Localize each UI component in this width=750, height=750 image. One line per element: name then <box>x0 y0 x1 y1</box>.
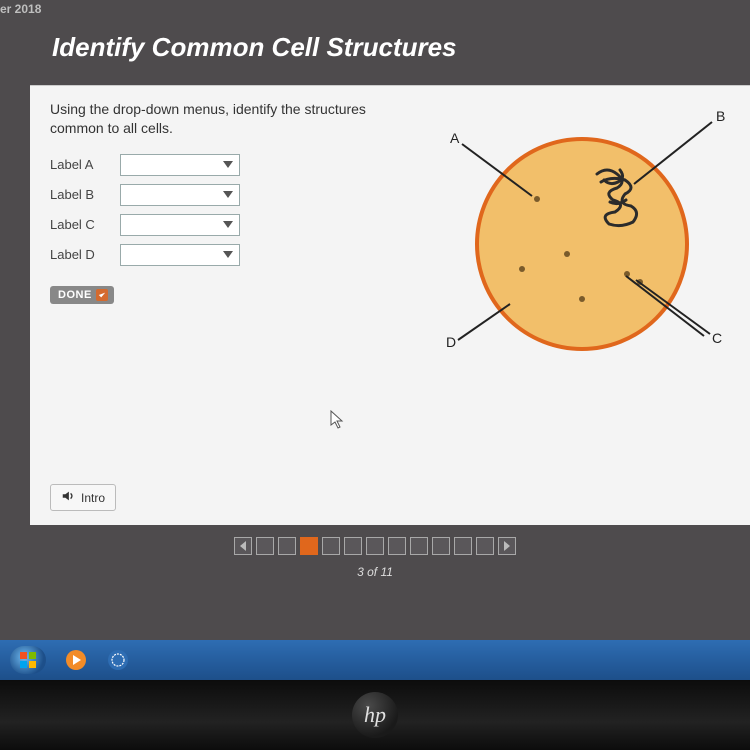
dropdown-b[interactable] <box>120 184 240 206</box>
intro-button[interactable]: Intro <box>50 484 116 511</box>
chevron-down-icon <box>221 218 235 232</box>
progress-bar: 3 of 11 <box>0 535 750 585</box>
dropdown-d[interactable] <box>120 244 240 266</box>
progress-row <box>234 537 516 555</box>
progress-step-4[interactable] <box>322 537 340 555</box>
diagram-label-c: C <box>712 330 722 346</box>
progress-step-3[interactable] <box>300 537 318 555</box>
label-c-text: Label C <box>50 217 120 232</box>
check-icon <box>96 289 108 301</box>
taskbar-app-icon[interactable] <box>106 648 130 672</box>
content-card: Using the drop-down menus, identify the … <box>30 85 750 525</box>
progress-step-1[interactable] <box>256 537 274 555</box>
progress-step-8[interactable] <box>410 537 428 555</box>
progress-step-5[interactable] <box>344 537 362 555</box>
progress-step-10[interactable] <box>454 537 472 555</box>
page-title: Identify Common Cell Structures <box>52 32 457 63</box>
done-button[interactable]: DONE <box>50 286 114 304</box>
monitor-bezel: hp <box>0 680 750 750</box>
progress-step-7[interactable] <box>388 537 406 555</box>
chevron-down-icon <box>221 188 235 202</box>
done-label: DONE <box>58 289 92 301</box>
cell-diagram: A B C D <box>412 104 732 384</box>
label-b-text: Label B <box>50 187 120 202</box>
label-a-text: Label A <box>50 157 120 172</box>
dropdown-a[interactable] <box>120 154 240 176</box>
progress-prev-button[interactable] <box>234 537 252 555</box>
intro-label: Intro <box>81 491 105 505</box>
windows-icon <box>19 651 37 669</box>
progress-step-6[interactable] <box>366 537 384 555</box>
diagram-label-a: A <box>450 130 459 146</box>
header-corner-text: er 2018 <box>0 2 41 16</box>
card-inner: Using the drop-down menus, identify the … <box>50 100 746 511</box>
progress-step-2[interactable] <box>278 537 296 555</box>
label-d-text: Label D <box>50 247 120 262</box>
taskbar <box>0 640 750 680</box>
hp-logo: hp <box>352 692 398 738</box>
dropdown-c[interactable] <box>120 214 240 236</box>
progress-text: 3 of 11 <box>357 565 393 579</box>
cursor-icon <box>330 410 344 430</box>
progress-step-11[interactable] <box>476 537 494 555</box>
speaker-icon <box>61 489 75 506</box>
diagram-label-d: D <box>446 334 456 350</box>
progress-step-9[interactable] <box>432 537 450 555</box>
progress-next-button[interactable] <box>498 537 516 555</box>
chevron-down-icon <box>221 158 235 172</box>
chevron-down-icon <box>221 248 235 262</box>
start-button[interactable] <box>10 646 46 674</box>
instructions-text: Using the drop-down menus, identify the … <box>50 100 370 138</box>
taskbar-media-icon[interactable] <box>64 648 88 672</box>
app-screen: er 2018 Identify Common Cell Structures … <box>0 0 750 640</box>
diagram-label-b: B <box>716 108 725 124</box>
